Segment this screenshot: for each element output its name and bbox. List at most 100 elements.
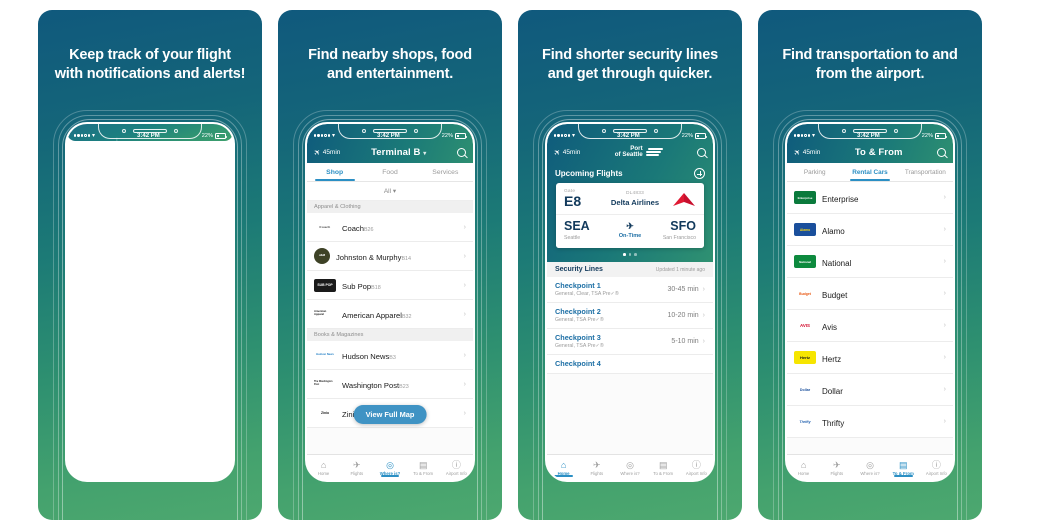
- checkpoint-row[interactable]: Checkpoint 2 General, TSA Pre✓® 10-20 min…: [547, 302, 713, 329]
- tab-where-is[interactable]: ◎ Where is?: [853, 460, 886, 476]
- phone-screen: ▾ 3:42 PM 22% ✈ 45min: [547, 124, 713, 480]
- tab-home[interactable]: ⌂ Home: [787, 460, 820, 476]
- list-item-title: Sub Pop: [342, 282, 372, 291]
- content-area: Shop Food Services All ▾ Apparel & Cloth…: [307, 163, 473, 454]
- tab-shop[interactable]: Shop: [307, 163, 362, 181]
- gate-value: E8: [564, 193, 582, 209]
- tab-flights[interactable]: ✈ Flights: [340, 460, 373, 476]
- tab-flights[interactable]: ✈ Flights: [820, 460, 853, 476]
- list-item[interactable]: Hertz Hertz ›: [787, 342, 953, 374]
- brand-logo-icon: Zinio: [314, 406, 336, 420]
- tab-home[interactable]: ⌂ Home: [547, 459, 580, 477]
- plane-icon: ✈: [551, 146, 563, 158]
- plane-icon: ✈: [311, 146, 323, 158]
- tab-to-from[interactable]: ▤ To & From: [887, 460, 920, 477]
- phone-notch: [104, 124, 196, 137]
- wifi-icon: ▾: [571, 133, 575, 139]
- search-icon[interactable]: [697, 147, 706, 157]
- checkpoint-row[interactable]: Checkpoint 4: [547, 354, 713, 374]
- phone-mockup: ▾ 3:42 PM 22% ✈ 45min: [533, 110, 727, 520]
- flight-card[interactable]: Gate E8 DL4833 Delta Airlines SEA Seattl…: [556, 183, 704, 249]
- phone-frame: ▾ 3:42 PM 22% ✕ Want to add this flight?: [65, 122, 235, 482]
- tab-transportation[interactable]: Transportation: [898, 163, 953, 181]
- brand-logo-icon: Alamo: [794, 223, 816, 236]
- list-item[interactable]: Alamo Alamo ›: [787, 214, 953, 246]
- view-full-map-button[interactable]: View Full Map: [353, 405, 427, 424]
- tab-parking[interactable]: Parking: [787, 163, 842, 181]
- tab-home[interactable]: ⌂ Home: [307, 460, 340, 476]
- status-battery: 22%: [442, 133, 467, 139]
- tab-to-from[interactable]: ▤ To & From: [647, 460, 680, 476]
- origin-block: SEA Seattle: [564, 220, 608, 242]
- bottom-tab-bar: ⌂ Home ✈ Flights ◎ Where is? ▤ To & From ⓘ Ai…: [787, 454, 953, 480]
- tab-food[interactable]: Food: [362, 163, 417, 181]
- dest-code: SFO: [670, 219, 696, 234]
- brand-logo-icon: Hudson News: [314, 348, 336, 362]
- plus-circle-icon[interactable]: [694, 168, 705, 179]
- eta-value: 45min: [802, 148, 821, 156]
- eta-indicator[interactable]: ✈ 45min: [551, 146, 581, 158]
- list-item-title: Dollar: [822, 386, 843, 396]
- eta-indicator[interactable]: ✈ 45min: [792, 146, 821, 157]
- chevron-right-icon: ›: [463, 281, 466, 289]
- nav-title[interactable]: Terminal B ▾: [371, 147, 426, 158]
- list-item[interactable]: American Apparel American ApparelB32 ›: [307, 300, 473, 329]
- logo-bars-icon: [645, 147, 663, 157]
- list-item[interactable]: AVIS Avis ›: [787, 310, 953, 342]
- flight-status: On-Time: [618, 233, 642, 240]
- tab-where-is[interactable]: ◎ Where is?: [613, 460, 646, 476]
- filter-dropdown[interactable]: All ▾: [307, 182, 473, 201]
- chevron-right-icon: ›: [463, 252, 466, 260]
- search-icon[interactable]: [937, 147, 946, 157]
- list-item[interactable]: National National ›: [787, 246, 953, 278]
- tab-airport-info[interactable]: ⓘ Airport Info: [680, 460, 713, 476]
- chevron-right-icon: ›: [943, 386, 946, 393]
- list-item-title: Alamo: [822, 226, 845, 236]
- battery-icon: [694, 133, 707, 139]
- list-item[interactable]: Hudson News Hudson NewsB3 ›: [307, 341, 473, 370]
- list-item[interactable]: SUB POP Sub PopB18 ›: [307, 271, 473, 300]
- phone-frame: ▾ 3:42 PM 22% ✈ 45min: [785, 122, 955, 482]
- list-item[interactable]: Thrifty Thrifty ›: [787, 406, 953, 438]
- tab-where-is[interactable]: ◎ Where is?: [373, 460, 406, 477]
- home-icon: ⌂: [560, 459, 567, 470]
- eta-indicator[interactable]: ✈ 45min: [311, 146, 341, 158]
- airport-info-icon: ⓘ: [931, 459, 941, 470]
- tab-to-from[interactable]: ▤ To & From: [407, 460, 440, 476]
- battery-icon: [934, 133, 947, 139]
- list-item-title: Johnston & Murphy: [336, 253, 402, 262]
- tab-rental-cars[interactable]: Rental Cars: [842, 163, 897, 181]
- list-item[interactable]: J&M Johnston & MurphyB14 ›: [307, 242, 473, 271]
- content-area: Security Lines Updated 1 minute ago Chec…: [547, 261, 713, 454]
- list-item[interactable]: Coach CoachB26 ›: [307, 213, 473, 242]
- list-item[interactable]: Enterprise Enterprise ›: [787, 182, 953, 214]
- brand-logo-icon: Thrifty: [794, 415, 816, 428]
- list-item[interactable]: The Washington Post Washington PostB23 ›: [307, 370, 473, 399]
- chevron-down-icon: ▾: [423, 150, 427, 157]
- list-item[interactable]: Dollar Dollar ›: [787, 374, 953, 406]
- brand-logo-icon: J&M: [314, 248, 330, 264]
- flights-icon: ✈: [833, 459, 841, 470]
- checkpoint-row[interactable]: Checkpoint 1 General, Clear, TSA Pre✓® 30…: [547, 276, 713, 303]
- category-tabs: Parking Rental Cars Transportation: [787, 163, 953, 182]
- status-battery: 22%: [921, 133, 947, 139]
- search-icon[interactable]: [457, 147, 466, 157]
- chevron-right-icon: ›: [702, 285, 705, 293]
- tab-flights[interactable]: ✈ Flights: [580, 460, 613, 476]
- checkpoint-name: Checkpoint 2: [555, 307, 601, 317]
- chevron-right-icon: ›: [943, 194, 946, 201]
- phone-mockup: ▾ 3:42 PM 22% ✈ 45min: [773, 110, 967, 520]
- nav-bar: ✈ 45min To & From: [787, 141, 953, 163]
- list-item[interactable]: Budget Budget ›: [787, 278, 953, 310]
- tab-services[interactable]: Services: [418, 163, 473, 181]
- battery-percent: 22%: [921, 133, 933, 139]
- tab-airport-info[interactable]: ⓘ Airport Info: [440, 460, 473, 476]
- brand-logo-icon: Hertz: [794, 351, 816, 364]
- checkpoint-row[interactable]: Checkpoint 3 General, TSA Pre✓® 5-10 min ›: [547, 328, 713, 355]
- chevron-down-icon: ▾: [392, 188, 397, 195]
- chevron-right-icon: ›: [463, 351, 466, 359]
- brand-logo-icon: AVIS: [794, 319, 816, 332]
- tab-airport-info[interactable]: ⓘ Airport Info: [920, 460, 953, 476]
- carousel-pager[interactable]: [547, 248, 713, 260]
- chevron-right-icon: ›: [943, 354, 946, 361]
